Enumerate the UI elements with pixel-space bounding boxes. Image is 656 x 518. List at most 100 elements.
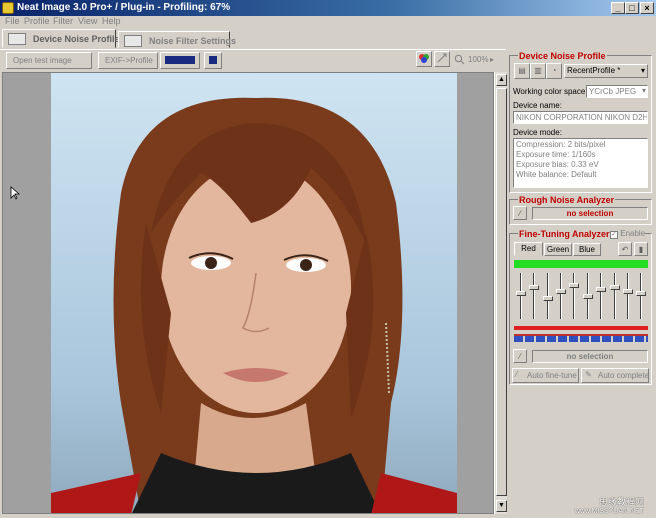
chevron-down-icon: ▾ bbox=[640, 66, 645, 75]
fine-tune-slider[interactable] bbox=[529, 271, 540, 323]
scroll-down-icon[interactable]: ▼ bbox=[496, 500, 507, 512]
rough-selection-status: no selection bbox=[532, 207, 648, 220]
minimize-button[interactable]: _ bbox=[611, 2, 625, 14]
delete-icon[interactable]: ▮ bbox=[634, 242, 648, 256]
app-icon bbox=[2, 2, 14, 14]
exif-profile-button[interactable]: EXIF->Profile bbox=[98, 52, 158, 69]
title-bar: Neat Image 3.0 Pro+ / Plug-in - Profilin… bbox=[0, 0, 656, 16]
recent-profile-dropdown[interactable]: RecentProfile * ▾ bbox=[564, 64, 648, 78]
slider-track bbox=[533, 273, 536, 319]
undo-icon[interactable]: ↶ bbox=[618, 242, 632, 256]
slider-track bbox=[626, 273, 629, 319]
fine-tune-slider[interactable] bbox=[622, 271, 633, 323]
tab-label: Noise Filter Settings bbox=[149, 36, 237, 46]
fine-tune-slider[interactable] bbox=[542, 271, 553, 323]
color-swatch-button[interactable] bbox=[160, 52, 200, 69]
menu-profile[interactable]: Profile bbox=[24, 16, 50, 26]
color-swatch bbox=[165, 56, 195, 64]
fine-tune-slider[interactable] bbox=[515, 271, 526, 323]
open-test-image-button[interactable]: Open test image bbox=[6, 52, 92, 69]
slider-knob[interactable] bbox=[636, 291, 647, 297]
auto-complete-button[interactable]: ✎ Auto complete bbox=[581, 368, 649, 383]
close-button[interactable]: × bbox=[640, 2, 654, 14]
slider-knob[interactable] bbox=[569, 283, 580, 289]
working-color-space-label: Working color space: bbox=[513, 87, 588, 96]
tab-green[interactable]: Green bbox=[544, 243, 572, 256]
toolbar: Open test image EXIF->Profile 100% ▸ bbox=[0, 49, 506, 71]
slider-group bbox=[514, 271, 648, 325]
panel-title: Device Noise Profile bbox=[518, 51, 607, 61]
device-mode-label: Device mode: bbox=[513, 128, 562, 137]
slider-knob[interactable] bbox=[582, 293, 593, 299]
device-mode-text[interactable]: Compression: 2 bits/pixel Exposure time:… bbox=[513, 138, 648, 188]
test-image bbox=[51, 73, 457, 513]
menu-view[interactable]: View bbox=[78, 16, 97, 26]
button-label: Auto complete bbox=[598, 371, 650, 380]
device-noise-profile-panel: Device Noise Profile ▤ ▥ ◔ RecentProfile… bbox=[509, 51, 652, 193]
slider-knob[interactable] bbox=[515, 291, 526, 297]
device-mode-line: White balance: Default bbox=[516, 170, 597, 179]
slider-knob[interactable] bbox=[596, 287, 607, 293]
fine-tuning-analyzer-panel: Fine-Tuning Analyzer ✓ Enable Red Green … bbox=[509, 229, 652, 385]
watermark: 思缘教程网 www.MISSYUAN.NET bbox=[575, 498, 644, 516]
eyedropper-icon[interactable]: ⁄ bbox=[513, 349, 527, 363]
fine-tune-slider[interactable] bbox=[569, 271, 580, 323]
menu-file[interactable]: File bbox=[5, 16, 20, 26]
button-label: Auto fine-tune bbox=[527, 371, 577, 380]
field-value: NIKON CORPORATION NIKON D2H bbox=[516, 113, 648, 122]
enable-checkbox[interactable]: ✓ Enable bbox=[610, 229, 646, 239]
slider-knob[interactable] bbox=[555, 289, 566, 295]
scroll-thumb[interactable] bbox=[496, 88, 507, 496]
zoom-icon[interactable] bbox=[454, 54, 465, 67]
viewer-scrollbar[interactable]: ▲ ▼ bbox=[494, 72, 507, 514]
level-meter bbox=[514, 260, 648, 268]
fine-tune-slider[interactable] bbox=[596, 271, 607, 323]
image-viewer[interactable] bbox=[2, 72, 494, 514]
tab-device-noise-profile[interactable]: Device Noise Profile bbox=[2, 29, 120, 48]
menu-help[interactable]: Help bbox=[102, 16, 121, 26]
select-value: YCrCb JPEG bbox=[589, 87, 637, 96]
checkmark-icon: ✓ bbox=[610, 231, 618, 239]
tab-red[interactable]: Red bbox=[514, 242, 543, 256]
panel-title: Fine-Tuning Analyzer bbox=[518, 229, 611, 239]
auto-fine-tune-button[interactable]: ⁄ Auto fine-tune bbox=[512, 368, 579, 383]
scroll-up-icon[interactable]: ▲ bbox=[496, 74, 507, 86]
device-name-field[interactable]: NIKON CORPORATION NIKON D2H bbox=[513, 111, 648, 124]
window-title: Neat Image 3.0 Pro+ / Plug-in - Profilin… bbox=[17, 2, 231, 13]
slider-track bbox=[559, 273, 562, 319]
eyedropper-icon[interactable]: ⁄ bbox=[513, 206, 527, 220]
button-label: EXIF->Profile bbox=[105, 56, 153, 65]
pencil-icon: ✎ bbox=[585, 370, 592, 379]
fit-view-icon[interactable] bbox=[434, 51, 450, 67]
working-color-space-select[interactable]: YCrCb JPEG ▾ bbox=[586, 85, 648, 98]
device-mode-line: Compression: 2 bits/pixel bbox=[516, 140, 606, 149]
tab-blue[interactable]: Blue bbox=[573, 243, 601, 256]
fine-tune-slider[interactable] bbox=[582, 271, 593, 323]
load-profile-icon[interactable]: ▤ bbox=[514, 63, 530, 79]
profile-info-icon[interactable]: ◔ bbox=[546, 63, 562, 79]
preview-mode-button[interactable] bbox=[204, 52, 222, 69]
zoom-level: 100% bbox=[468, 55, 489, 64]
device-mode-line: Exposure bias: 0.33 eV bbox=[516, 160, 599, 169]
slider-knob[interactable] bbox=[542, 295, 553, 301]
tab-label: Device Noise Profile bbox=[33, 34, 120, 44]
zoom-dropdown-icon[interactable]: ▸ bbox=[490, 55, 494, 64]
slider-knob[interactable] bbox=[529, 285, 540, 291]
fine-tune-slider[interactable] bbox=[636, 271, 647, 323]
color-picker-icon[interactable] bbox=[416, 51, 432, 67]
portrait-illustration bbox=[51, 97, 457, 513]
fine-tune-slider[interactable] bbox=[609, 271, 620, 323]
menu-bar: File Profile Filter View Help bbox=[0, 16, 656, 28]
slider-track bbox=[600, 273, 603, 319]
menu-filter[interactable]: Filter bbox=[53, 16, 73, 26]
fine-tune-slider[interactable] bbox=[555, 271, 566, 323]
save-profile-icon[interactable]: ▥ bbox=[530, 63, 546, 79]
filter-tab-icon bbox=[124, 35, 142, 47]
tab-noise-filter-settings[interactable]: Noise Filter Settings bbox=[118, 31, 236, 48]
restore-button[interactable]: □ bbox=[625, 2, 639, 14]
slider-knob[interactable] bbox=[609, 285, 620, 291]
watermark-line2: www.MISSYUAN.NET bbox=[574, 508, 644, 515]
device-name-label: Device name: bbox=[513, 101, 562, 110]
slider-track bbox=[613, 273, 616, 319]
slider-knob[interactable] bbox=[622, 289, 633, 295]
